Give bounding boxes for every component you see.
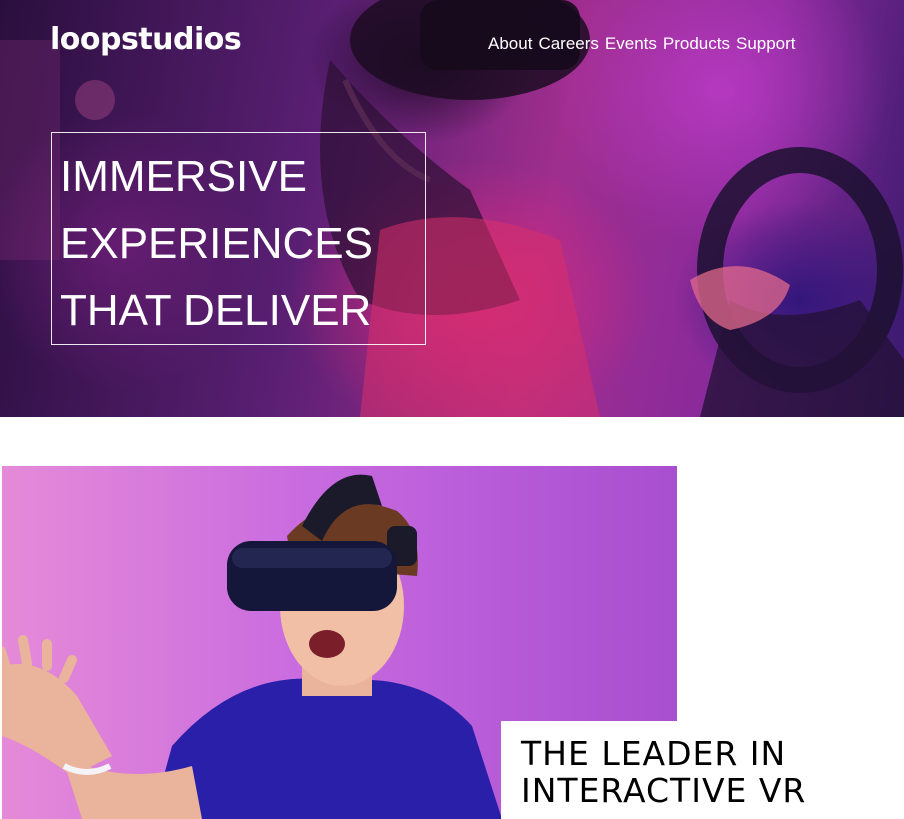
hero-section: loopstudios About Careers Events Product… (0, 0, 904, 417)
nav-link-events[interactable]: Events (605, 34, 657, 54)
nav-link-products[interactable]: Products (663, 34, 730, 54)
nav-link-about[interactable]: About (488, 34, 532, 54)
nav-link-support[interactable]: Support (736, 34, 796, 54)
leader-heading-line-1: THE LEADER IN (521, 734, 787, 773)
hero-headline-box: IMMERSIVE EXPERIENCES THAT DELIVER (51, 132, 426, 345)
leader-heading-box: THE LEADER IN INTERACTIVE VR (501, 721, 904, 819)
nav-link-careers[interactable]: Careers (538, 34, 598, 54)
brand-logo[interactable]: loopstudios (50, 22, 242, 57)
leader-heading-line-2: INTERACTIVE VR (521, 771, 807, 810)
hero-headline-line-2: EXPERIENCES (60, 219, 373, 268)
hero-headline-line-1: IMMERSIVE (60, 152, 307, 201)
main-nav: About Careers Events Products Support (488, 34, 796, 54)
hero-headline-line-3: THAT DELIVER (60, 286, 372, 335)
